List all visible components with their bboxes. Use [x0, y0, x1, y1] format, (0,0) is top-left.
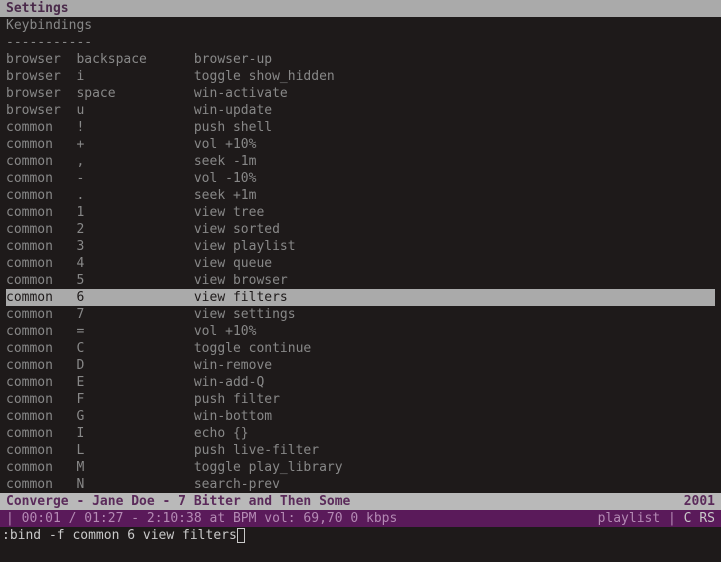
keybinding-row[interactable]: common ! push shell — [6, 119, 715, 136]
now-playing-bar: Converge - Jane Doe - 7 Bitter and Then … — [0, 493, 721, 510]
keybinding-row[interactable]: common D win-remove — [6, 357, 715, 374]
keybinding-row[interactable]: common M toggle play_library — [6, 459, 715, 476]
keybinding-row[interactable]: common = vol +10% — [6, 323, 715, 340]
keybinding-row[interactable]: browser i toggle show_hidden — [6, 68, 715, 85]
keybinding-row[interactable]: common E win-add-Q — [6, 374, 715, 391]
keybinding-row[interactable]: common 1 view tree — [6, 204, 715, 221]
command-text: :bind -f common 6 view filters — [2, 527, 237, 544]
now-playing-text: Converge - Jane Doe - 7 Bitter and Then … — [6, 493, 350, 510]
keybinding-row[interactable]: common G win-bottom — [6, 408, 715, 425]
keybinding-row[interactable]: common 6 view filters — [6, 289, 715, 306]
keybinding-row[interactable]: common C toggle continue — [6, 340, 715, 357]
status-left: | 00:01 / 01:27 - 2:10:38 at BPM vol: 69… — [6, 510, 397, 527]
keybinding-row[interactable]: common . seek +1m — [6, 187, 715, 204]
divider: ----------- — [0, 34, 721, 51]
keybinding-row[interactable]: common F push filter — [6, 391, 715, 408]
settings-title: Settings — [0, 0, 721, 17]
status-mode-label: playlist | — [598, 511, 676, 526]
status-flags: C RS — [676, 511, 715, 526]
keybinding-row[interactable]: common 7 view settings — [6, 306, 715, 323]
status-bar: | 00:01 / 01:27 - 2:10:38 at BPM vol: 69… — [0, 510, 721, 527]
cursor — [237, 528, 245, 543]
keybinding-row[interactable]: common 3 view playlist — [6, 238, 715, 255]
keybinding-row[interactable]: common 4 view queue — [6, 255, 715, 272]
keybinding-row[interactable]: common - vol -10% — [6, 170, 715, 187]
keybinding-row[interactable]: browser backspace browser-up — [6, 51, 715, 68]
command-line[interactable]: :bind -f common 6 view filters — [0, 527, 721, 544]
keybinding-row[interactable]: common 5 view browser — [6, 272, 715, 289]
keybinding-row[interactable]: common N search-prev — [6, 476, 715, 493]
keybindings-list[interactable]: browser backspace browser-upbrowser i to… — [0, 51, 721, 493]
keybinding-row[interactable]: common , seek -1m — [6, 153, 715, 170]
keybinding-row[interactable]: browser space win-activate — [6, 85, 715, 102]
keybinding-row[interactable]: browser u win-update — [6, 102, 715, 119]
keybinding-row[interactable]: common L push live-filter — [6, 442, 715, 459]
now-playing-year: 2001 — [684, 493, 715, 510]
keybinding-row[interactable]: common 2 view sorted — [6, 221, 715, 238]
keybinding-row[interactable]: common + vol +10% — [6, 136, 715, 153]
keybindings-header: Keybindings — [0, 17, 721, 34]
keybinding-row[interactable]: common I echo {} — [6, 425, 715, 442]
